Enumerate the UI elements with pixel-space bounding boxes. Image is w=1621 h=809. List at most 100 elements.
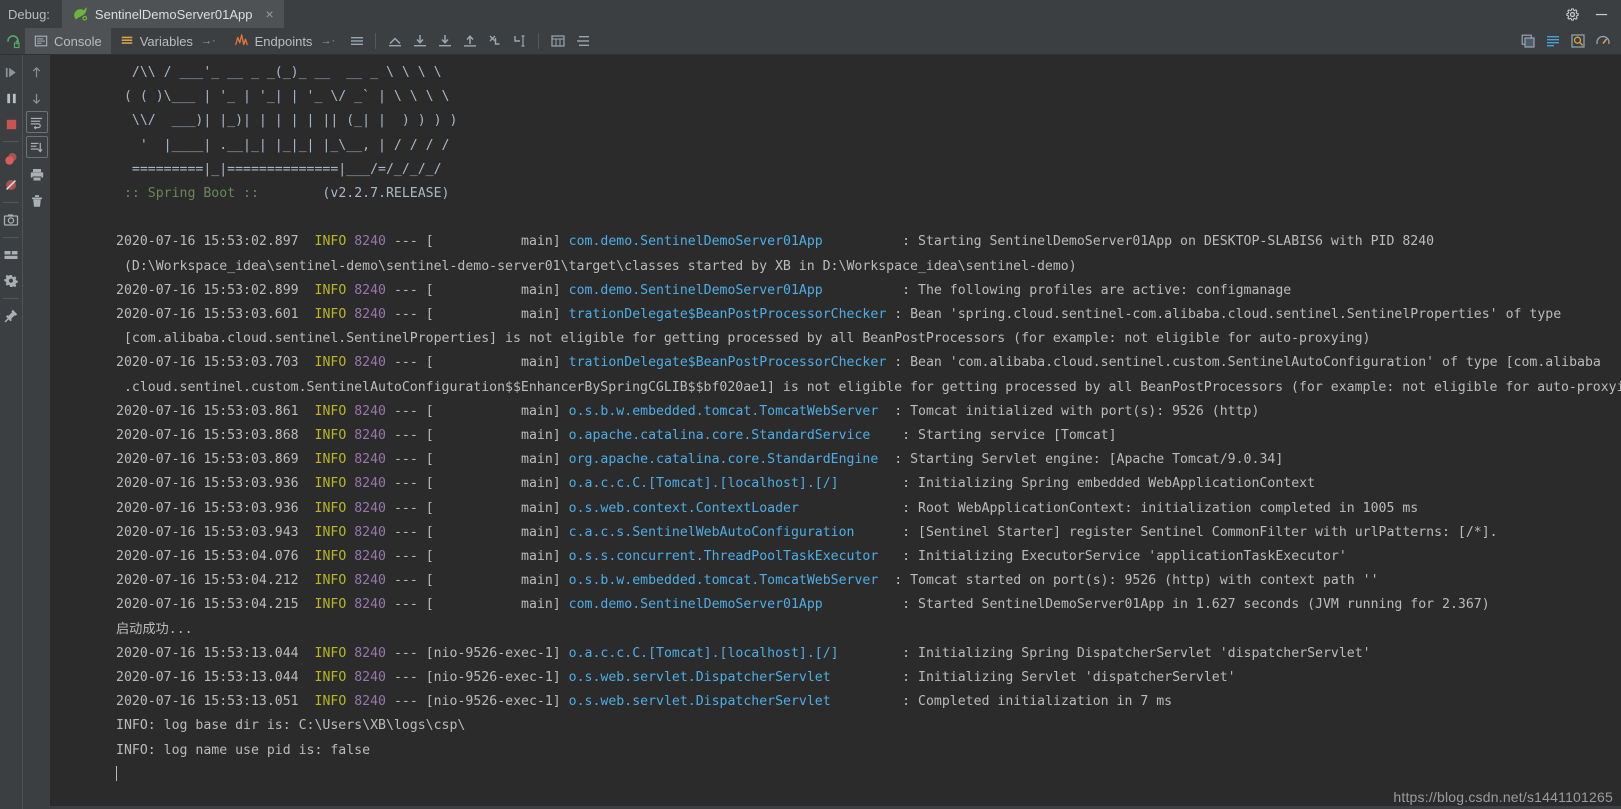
console-actions-gutter (22, 55, 50, 809)
pause-program-icon[interactable] (0, 85, 22, 111)
banner-tagline: :: Spring Boot :: (v2.2.7.RELEASE) (116, 186, 450, 202)
log-logger: com.demo.SentinelDemoServer01App (568, 234, 823, 250)
log-thread: [ main] (425, 524, 561, 540)
console-log-line: 2020-07-16 15:53:03.869 INFO 8240 --- [ … (116, 452, 1284, 468)
log-pid: 8240 (354, 452, 386, 468)
print-icon[interactable] (26, 162, 48, 188)
tab-variables[interactable]: Variables →· (111, 28, 225, 54)
log-pid: 8240 (354, 234, 386, 250)
stop-icon[interactable] (0, 111, 22, 137)
close-icon[interactable]: × (265, 7, 273, 21)
log-level: INFO (314, 549, 347, 565)
log-thread: [ main] (425, 597, 561, 613)
console-icon (34, 34, 48, 48)
log-message: : Initializing Servlet 'dispatcherServle… (902, 670, 1236, 686)
log-level: INFO (314, 670, 347, 686)
log-message: : Initializing Spring DispatcherServlet … (902, 645, 1371, 661)
tab-endpoints-pin-icon[interactable]: →· (320, 35, 335, 47)
force-step-into-icon[interactable] (457, 28, 482, 54)
titlebar-actions (1565, 0, 1621, 28)
log-message: : Starting Servlet engine: [Apache Tomca… (894, 452, 1284, 468)
log-logger: o.apache.catalina.core.StandardService (568, 428, 871, 444)
gear-icon[interactable] (1565, 7, 1580, 22)
log-pid: 8240 (354, 670, 386, 686)
console-speed-icon[interactable] (1590, 28, 1615, 54)
layout-icon[interactable] (0, 242, 22, 268)
log-level: INFO (314, 597, 347, 613)
log-thread: [ main] (425, 573, 561, 589)
run-tab-title: SentinelDemoServer01App (94, 6, 253, 22)
log-level: INFO (314, 355, 347, 371)
copy-icon[interactable] (1515, 28, 1540, 54)
log-timestamp: 2020-07-16 15:53:03.936 (116, 500, 299, 516)
banner-line: ' |____| .__|_| |_|_| |_\__, | / / / / (116, 137, 450, 153)
banner-line: /\\ / ___'_ __ _ _(_)_ __ __ _ \ \ \ \ (116, 65, 442, 80)
log-logger: trationDelegate$BeanPostProcessorChecker (568, 355, 887, 371)
banner-line: \\/ ___)| |_)| | | | | || (_| | ) ) ) ) (116, 113, 458, 129)
console-log-line: 2020-07-16 15:53:13.044 INFO 8240 --- [n… (116, 670, 1236, 686)
log-timestamp: 2020-07-16 15:53:04.212 (116, 573, 299, 589)
log-thread: [ main] (425, 403, 561, 419)
find-icon[interactable] (1565, 28, 1590, 54)
console-toolbar: Console Variables →· Endpoints →· (0, 28, 1621, 55)
log-level: INFO (314, 234, 347, 250)
watch-icon[interactable] (570, 28, 595, 54)
pin-icon[interactable] (0, 303, 22, 329)
console-log-line: 2020-07-16 15:53:03.703 INFO 8240 --- [ … (116, 355, 1601, 371)
resume-program-icon[interactable] (0, 59, 22, 85)
log-pid: 8240 (354, 573, 386, 589)
run-to-cursor-icon[interactable] (507, 28, 532, 54)
log-message: : Tomcat initialized with port(s): 9526 … (894, 403, 1260, 419)
log-logger: o.s.s.concurrent.ThreadPoolTaskExecutor (568, 549, 879, 565)
frames-icon[interactable] (344, 28, 369, 54)
scroll-down-icon[interactable] (26, 85, 48, 111)
log-level: INFO (314, 452, 347, 468)
log-timestamp: 2020-07-16 15:53:03.868 (116, 428, 299, 444)
log-timestamp: 2020-07-16 15:53:04.076 (116, 549, 299, 565)
step-into-icon[interactable] (432, 28, 457, 54)
console-log-line: 2020-07-16 15:53:03.936 INFO 8240 --- [ … (116, 500, 1419, 516)
scroll-up-icon[interactable] (26, 59, 48, 85)
log-timestamp: 2020-07-16 15:53:03.861 (116, 403, 299, 419)
soft-wrap-icon[interactable] (25, 111, 48, 133)
log-message: : Initializing Spring embedded WebApplic… (902, 476, 1316, 492)
banner-spacer (50, 206, 1621, 230)
console-log-continuation: .cloud.sentinel.custom.SentinelAutoConfi… (116, 379, 1621, 395)
evaluate-icon[interactable] (545, 28, 570, 54)
console-caret (50, 763, 1621, 787)
console-plain-line: 启动成功... (116, 621, 193, 637)
tab-endpoints[interactable]: Endpoints →· (225, 28, 345, 54)
step-out-icon[interactable] (382, 28, 407, 54)
log-timestamp: 2020-07-16 15:53:04.215 (116, 597, 299, 613)
console-log-line: 2020-07-16 15:53:02.897 INFO 8240 --- [ … (116, 234, 1435, 250)
log-timestamp: 2020-07-16 15:53:02.897 (116, 234, 299, 250)
scroll-to-end-icon[interactable] (25, 136, 48, 158)
mute-breakpoints-icon[interactable] (0, 172, 22, 198)
settings-icon[interactable] (0, 268, 22, 294)
step-over-icon[interactable] (407, 28, 432, 54)
console-output[interactable]: /\\ / ___'_ __ _ _(_)_ __ __ _ \ \ \ \ (… (50, 55, 1621, 809)
clear-all-icon[interactable] (26, 188, 48, 214)
log-pid: 8240 (354, 597, 386, 613)
log-thread: [ main] (425, 355, 561, 371)
log-level: INFO (314, 403, 347, 419)
log-level: INFO (314, 645, 347, 661)
rerun-icon[interactable] (0, 28, 25, 54)
console-log-line: 2020-07-16 15:53:03.861 INFO 8240 --- [ … (116, 403, 1260, 419)
drop-frame-icon[interactable] (482, 28, 507, 54)
camera-snapshot-icon[interactable] (0, 207, 22, 233)
log-thread: [ main] (425, 428, 561, 444)
console-log-continuation: [com.alibaba.cloud.sentinel.SentinelProp… (116, 331, 1371, 347)
tab-console[interactable]: Console (25, 28, 111, 54)
log-logger: o.s.web.servlet.DispatcherServlet (568, 694, 831, 710)
run-configuration-tab[interactable]: SentinelDemoServer01App × (61, 0, 284, 28)
log-pid: 8240 (354, 403, 386, 419)
log-message: : Root WebApplicationContext: initializa… (902, 500, 1419, 516)
log-message: : Completed initialization in 7 ms (902, 694, 1173, 710)
view-breakpoints-icon[interactable] (0, 146, 22, 172)
log-message: : Starting SentinelDemoServer01App on DE… (902, 234, 1435, 250)
log-logger: o.s.web.context.ContextLoader (568, 500, 799, 516)
minimize-icon[interactable] (1594, 7, 1609, 22)
soft-wrap-icon[interactable] (1540, 28, 1565, 54)
tab-variables-pin-icon[interactable]: →· (201, 35, 216, 47)
